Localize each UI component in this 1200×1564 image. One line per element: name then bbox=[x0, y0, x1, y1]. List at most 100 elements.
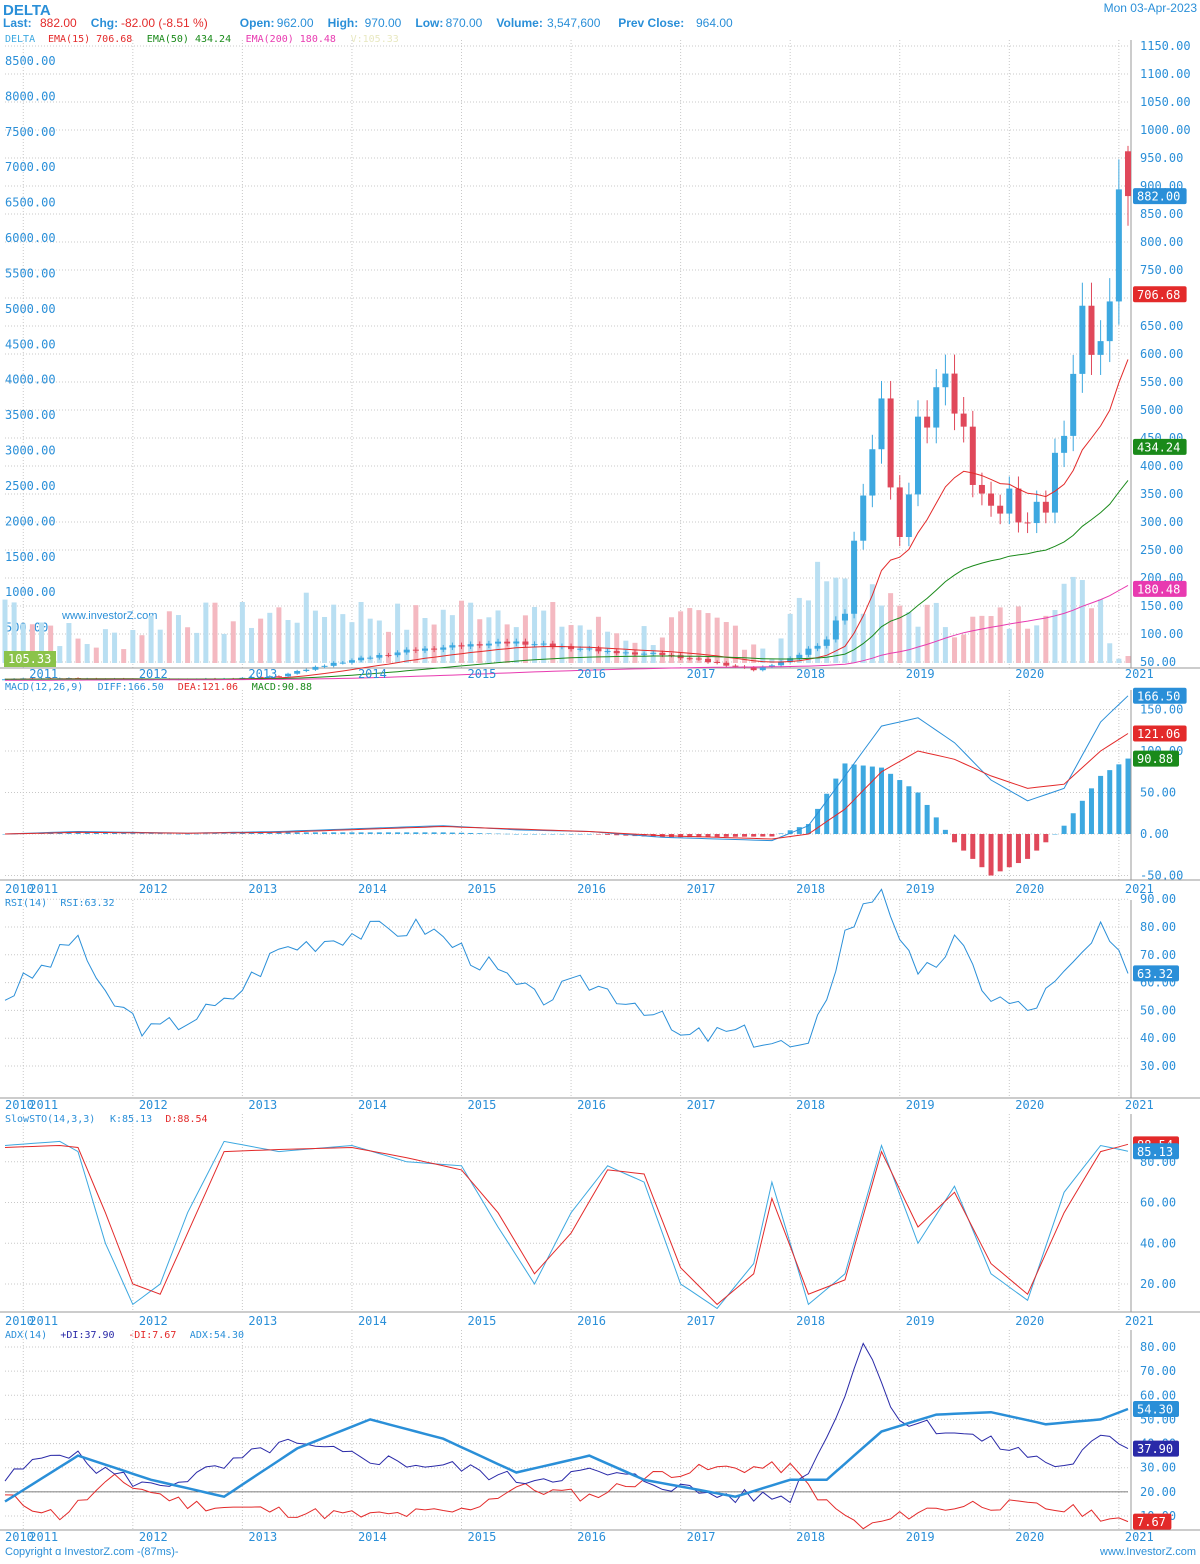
macd-hist-bar bbox=[1015, 834, 1021, 864]
candle-body bbox=[723, 662, 730, 666]
price-panel-ytick: 500.00 bbox=[1140, 403, 1183, 417]
candle-body bbox=[915, 416, 922, 495]
price-panel-xtick: 2014 bbox=[358, 667, 387, 681]
volume-bar bbox=[532, 607, 538, 663]
sto-tag: 85.13 bbox=[1137, 1145, 1173, 1159]
candle-body bbox=[969, 426, 976, 485]
rsi-panel-xtick: 2020 bbox=[1015, 1098, 1044, 1112]
volume-bar bbox=[1079, 580, 1085, 663]
adx-panel-xtick: 2016 bbox=[577, 1530, 606, 1544]
macd-panel-legend-item: DIFF:166.50 bbox=[98, 682, 164, 693]
price-panel-ytick-left: 6500.00 bbox=[5, 196, 56, 210]
volume-bar bbox=[294, 622, 300, 663]
volume-bar bbox=[1098, 599, 1104, 663]
macd-hist-bar bbox=[303, 832, 309, 834]
candle-body bbox=[887, 398, 894, 488]
volume-bar bbox=[194, 632, 200, 663]
macd-hist-bar bbox=[139, 833, 145, 834]
volume-bar bbox=[952, 637, 958, 663]
price-panel-ytick-left: 6000.00 bbox=[5, 231, 56, 245]
watermark: www.investorZ.com bbox=[61, 610, 157, 622]
macd-hist-bar bbox=[212, 833, 218, 835]
candle-body bbox=[924, 416, 931, 428]
macd-hist-bar bbox=[385, 832, 391, 834]
volume-bar bbox=[1088, 608, 1094, 663]
candle-body bbox=[385, 655, 392, 657]
adx-minus-di-line bbox=[4, 1461, 1129, 1530]
macd-hist-bar bbox=[1079, 800, 1085, 834]
volume-bar bbox=[93, 647, 99, 663]
macd-hist-bar bbox=[1025, 834, 1031, 859]
candle-body bbox=[997, 505, 1004, 514]
candle-body bbox=[358, 657, 365, 661]
macd-panel-xtick: 2011 bbox=[29, 882, 58, 896]
volume-bar bbox=[961, 634, 967, 663]
macd-hist-bar bbox=[568, 834, 574, 835]
sto-panel-xtick: 2014 bbox=[358, 1314, 387, 1328]
price-panel-legend-item: V:105.33 bbox=[351, 34, 399, 45]
volume-bar bbox=[742, 649, 748, 663]
sto-panel-xtick: 2016 bbox=[577, 1314, 606, 1328]
adx-panel-xtick: 2011 bbox=[29, 1530, 58, 1544]
volume-bar bbox=[157, 629, 163, 663]
candle-body bbox=[1079, 305, 1086, 374]
adx-panel-legend-item: -DI:7.67 bbox=[128, 1330, 176, 1341]
adx-tag: 54.30 bbox=[1137, 1403, 1173, 1417]
macd-hist-bar bbox=[404, 832, 410, 834]
volume-bar bbox=[57, 646, 63, 663]
rsi-panel-ytick: 70.00 bbox=[1140, 948, 1176, 962]
candle-body bbox=[650, 652, 657, 654]
volume-bar bbox=[1025, 628, 1031, 663]
price-panel-legend-item: DELTA bbox=[5, 34, 35, 45]
macd-panel-ytick: 0.00 bbox=[1140, 827, 1169, 841]
volume-bar bbox=[970, 616, 976, 663]
macd-hist-bar bbox=[376, 832, 382, 834]
macd-hist-bar bbox=[1061, 825, 1067, 834]
volume-bar bbox=[687, 608, 693, 663]
candle-body bbox=[394, 652, 401, 656]
volume-bar bbox=[212, 602, 218, 663]
candle-body bbox=[705, 658, 712, 662]
price-panel-xtick: 2012 bbox=[139, 667, 168, 681]
price-panel-xtick: 2021 bbox=[1125, 667, 1154, 681]
macd-hist-bar bbox=[878, 767, 884, 834]
adx-panel-xtick: 2012 bbox=[139, 1530, 168, 1544]
volume-bar bbox=[148, 615, 154, 663]
candle-body bbox=[522, 641, 529, 645]
macd-hist-bar bbox=[860, 765, 866, 834]
candle-body bbox=[303, 669, 310, 671]
macd-hist-bar bbox=[586, 834, 592, 835]
volume-bar bbox=[787, 613, 793, 663]
candle-body bbox=[577, 648, 584, 650]
macd-hist-bar bbox=[577, 834, 583, 835]
chart-canvas[interactable]: DELTA Mon 03-Apr-2023 Last: 882.00 Chg: -82.0… bbox=[0, 0, 1200, 1560]
volume-bar bbox=[175, 615, 181, 663]
sto-panel-xtick: 2021 bbox=[1125, 1314, 1154, 1328]
volume-bar bbox=[860, 613, 866, 663]
candle-body bbox=[1015, 488, 1022, 523]
macd-diff-line bbox=[4, 695, 1129, 842]
macd-panel-legend-item: MACD(12,26,9) bbox=[5, 682, 83, 693]
candle-body bbox=[330, 662, 337, 666]
candle-body bbox=[367, 657, 374, 659]
adx-panel-xtick: 2020 bbox=[1015, 1530, 1044, 1544]
rsi-panel-xtick: 2016 bbox=[577, 1098, 606, 1112]
rsi-panel-xtick: 2012 bbox=[139, 1098, 168, 1112]
macd-hist-bar bbox=[1107, 770, 1113, 834]
candle-body bbox=[476, 644, 483, 646]
macd-hist-bar bbox=[468, 832, 474, 834]
macd-hist-bar bbox=[942, 829, 948, 834]
macd-hist-bar bbox=[522, 834, 528, 835]
macd-panel-legend-item: MACD:90.88 bbox=[252, 682, 312, 693]
price-tag: 706.68 bbox=[1137, 288, 1180, 302]
price-panel-ytick-left: 7500.00 bbox=[5, 125, 56, 139]
price-panel-ytick: 650.00 bbox=[1140, 319, 1183, 333]
header-field: 962.00 bbox=[277, 16, 314, 30]
footer-copyright: Copyright ɑ InvestorZ.com -(87ms)- bbox=[5, 1546, 179, 1558]
candle-body bbox=[412, 649, 419, 651]
macd-hist-bar bbox=[157, 833, 163, 835]
volume-bar bbox=[331, 604, 337, 663]
macd-tag: 121.06 bbox=[1137, 727, 1180, 741]
macd-hist-bar bbox=[1088, 788, 1094, 834]
header-field: Open: bbox=[240, 16, 275, 30]
